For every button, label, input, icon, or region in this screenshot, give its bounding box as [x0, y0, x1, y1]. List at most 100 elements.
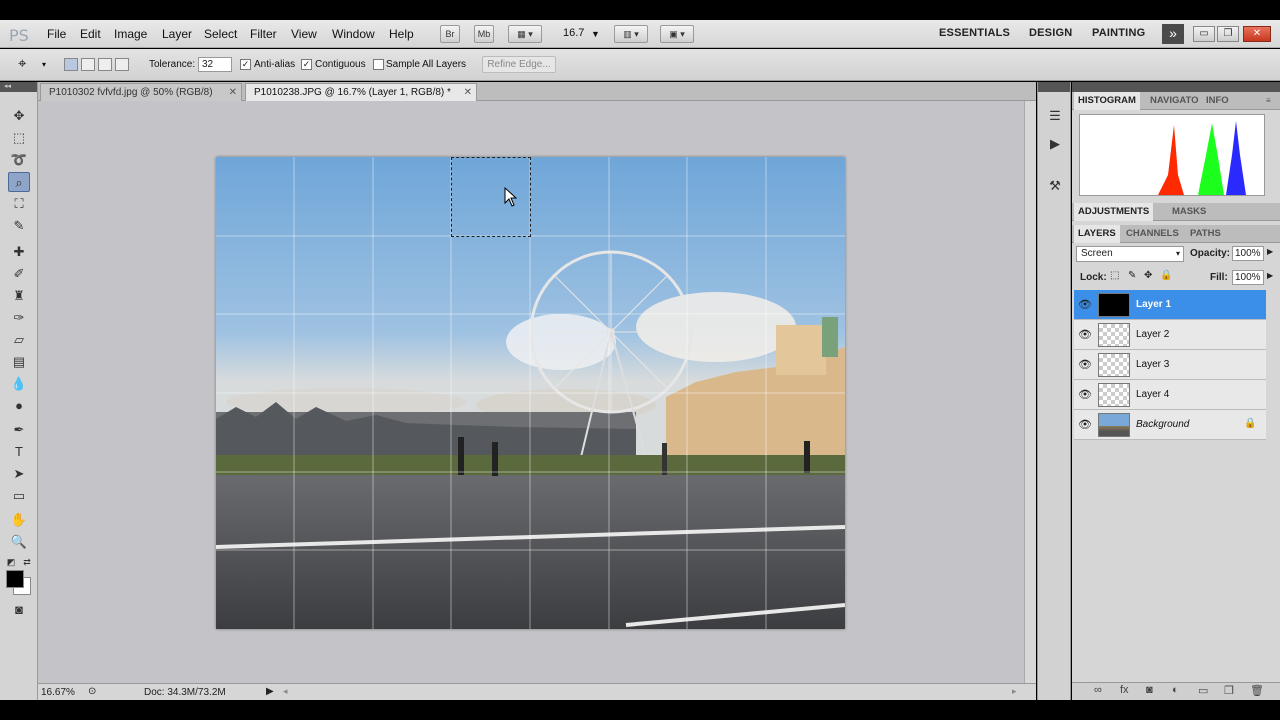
panel-menu-icon[interactable]: ≡ — [1262, 92, 1275, 110]
workspace-design[interactable]: DESIGN — [1029, 27, 1072, 39]
subtract-from-selection-icon[interactable] — [98, 58, 112, 71]
layer-row[interactable]: 👁 Layer 2 — [1074, 320, 1266, 350]
menu-edit[interactable]: Edit — [80, 27, 101, 41]
history-brush-tool-icon[interactable]: ✑ — [8, 308, 30, 328]
gradient-tool-icon[interactable]: ▤ — [8, 352, 30, 372]
workspace-essentials[interactable]: ESSENTIALS — [939, 27, 1010, 39]
tab-document-2[interactable]: P1010238.JPG @ 16.7% (Layer 1, RGB/8) * … — [245, 83, 477, 101]
marquee-tool-icon[interactable]: ⬚ — [8, 128, 30, 148]
eye-icon[interactable]: 👁 — [1078, 328, 1092, 341]
new-group-icon[interactable]: ▭ — [1198, 684, 1208, 697]
zoom-tool-icon[interactable]: 🔍 — [8, 532, 30, 552]
close-button[interactable]: ✕ — [1243, 26, 1271, 42]
tab-adjustments[interactable]: ADJUSTMENTS — [1074, 203, 1154, 221]
adjustment-layer-icon[interactable]: ◐ — [1172, 684, 1179, 696]
contiguous-checkbox[interactable]: ✓ — [301, 59, 312, 70]
layer-style-icon[interactable]: fx — [1120, 684, 1129, 696]
bridge-button[interactable]: Br — [440, 25, 460, 43]
trash-icon[interactable]: 🗑 — [1250, 684, 1264, 697]
menu-select[interactable]: Select — [204, 27, 237, 41]
tab-layers[interactable]: LAYERS — [1074, 225, 1120, 243]
tab-info[interactable]: INFO — [1202, 92, 1233, 110]
healing-brush-tool-icon[interactable]: ✚ — [8, 242, 30, 262]
scroll-right-icon[interactable]: ▸ — [1012, 686, 1017, 697]
restore-button[interactable]: ❐ — [1217, 26, 1239, 42]
sample-all-layers-checkbox[interactable] — [373, 59, 384, 70]
menu-help[interactable]: Help — [389, 27, 414, 41]
swap-colors-icon[interactable]: ⇄ — [20, 552, 34, 572]
actions-panel-icon[interactable]: ▶ — [1045, 134, 1065, 154]
mini-bridge-button[interactable]: Mb — [474, 25, 494, 43]
menu-layer[interactable]: Layer — [162, 27, 192, 41]
layer-row[interactable]: 👁 Layer 3 — [1074, 350, 1266, 380]
pen-tool-icon[interactable]: ✒ — [8, 420, 30, 440]
menu-view[interactable]: View — [291, 27, 317, 41]
layer-row[interactable]: 👁 Layer 1 — [1074, 290, 1266, 320]
lock-pixels-icon[interactable]: ✎ — [1128, 270, 1136, 281]
path-selection-tool-icon[interactable]: ➤ — [8, 464, 30, 484]
antialias-checkbox[interactable]: ✓ — [240, 59, 251, 70]
tool-preset-chevron-icon[interactable]: ▾ — [42, 60, 46, 69]
default-colors-icon[interactable]: ◩ — [4, 552, 18, 572]
minimize-button[interactable]: ▭ — [1193, 26, 1215, 42]
history-panel-icon[interactable]: ☰ — [1045, 106, 1065, 126]
menu-filter[interactable]: Filter — [250, 27, 277, 41]
tab-navigator[interactable]: NAVIGATO — [1146, 92, 1203, 110]
tab-document-1[interactable]: P1010302 fvfvfd.jpg @ 50% (RGB/8) ✕ — [40, 83, 242, 101]
quick-selection-tool-icon[interactable]: ⌕ — [8, 172, 30, 192]
lock-transparent-icon[interactable]: ⬚ — [1110, 270, 1119, 281]
tool-presets-panel-icon[interactable]: ⚒ — [1045, 176, 1065, 196]
eye-icon[interactable]: 👁 — [1078, 388, 1092, 401]
type-tool-icon[interactable]: T — [8, 442, 30, 462]
zoom-level-field[interactable]: 16.67% — [41, 686, 79, 699]
fill-arrow-icon[interactable]: ▶ — [1267, 271, 1273, 280]
tab-masks[interactable]: MASKS — [1168, 203, 1210, 221]
view-extras-button[interactable]: ▦ ▾ — [508, 25, 542, 43]
selection-marquee[interactable] — [451, 157, 531, 237]
workspace-painting[interactable]: PAINTING — [1092, 27, 1145, 39]
clone-stamp-tool-icon[interactable]: ♜ — [8, 286, 30, 306]
shape-tool-icon[interactable]: ▭ — [8, 486, 30, 506]
menu-window[interactable]: Window — [332, 27, 375, 41]
eyedropper-tool-icon[interactable]: ✎ — [8, 216, 30, 236]
lasso-tool-icon[interactable]: ➰ — [8, 150, 30, 170]
status-info-icon[interactable]: ⊙ — [88, 686, 96, 697]
eye-icon[interactable]: 👁 — [1078, 298, 1092, 311]
status-menu-arrow-icon[interactable]: ▶ — [266, 686, 274, 697]
add-mask-icon[interactable]: ◙ — [1146, 684, 1153, 696]
dock-header[interactable] — [1038, 82, 1070, 92]
lock-all-icon[interactable]: 🔒 — [1160, 270, 1172, 281]
chevron-down-icon[interactable]: ▼ — [591, 29, 600, 39]
zoom-level-select[interactable]: 16.7 — [563, 27, 584, 39]
eraser-tool-icon[interactable]: ▱ — [8, 330, 30, 350]
dodge-tool-icon[interactable]: ● — [8, 396, 30, 416]
tab-channels[interactable]: CHANNELS — [1122, 225, 1183, 243]
refine-edge-button[interactable]: Refine Edge... — [482, 56, 556, 73]
intersect-selection-icon[interactable] — [115, 58, 129, 71]
foreground-color-swatch[interactable] — [6, 570, 24, 588]
fill-field[interactable]: 100% — [1232, 270, 1264, 285]
move-tool-icon[interactable]: ✥ — [8, 106, 30, 126]
eye-icon[interactable]: 👁 — [1078, 418, 1092, 431]
tab-paths[interactable]: PATHS — [1186, 225, 1225, 243]
screen-mode-button[interactable]: ▣ ▾ — [660, 25, 694, 43]
menu-image[interactable]: Image — [114, 27, 147, 41]
quick-selection-tool-icon[interactable]: ⌖ — [18, 55, 26, 72]
link-layers-icon[interactable]: ∞ — [1094, 684, 1102, 696]
close-icon[interactable]: ✕ — [464, 84, 472, 101]
tools-panel-header[interactable]: ◂◂ — [0, 82, 37, 92]
lock-position-icon[interactable]: ✥ — [1144, 270, 1152, 281]
close-icon[interactable]: ✕ — [229, 84, 237, 101]
tolerance-input[interactable]: 32 — [198, 57, 232, 72]
brush-tool-icon[interactable]: ✐ — [8, 264, 30, 284]
crop-tool-icon[interactable]: ⛶ — [8, 194, 30, 214]
hand-tool-icon[interactable]: ✋ — [8, 510, 30, 530]
new-selection-icon[interactable] — [64, 58, 78, 71]
vertical-scrollbar[interactable] — [1024, 101, 1036, 683]
new-layer-icon[interactable]: ❐ — [1224, 684, 1234, 697]
opacity-field[interactable]: 100% — [1232, 246, 1264, 261]
more-workspaces-button[interactable]: » — [1162, 24, 1184, 44]
menu-file[interactable]: File — [47, 27, 66, 41]
panel-dock-header[interactable] — [1072, 82, 1280, 92]
tab-histogram[interactable]: HISTOGRAM — [1074, 92, 1140, 110]
